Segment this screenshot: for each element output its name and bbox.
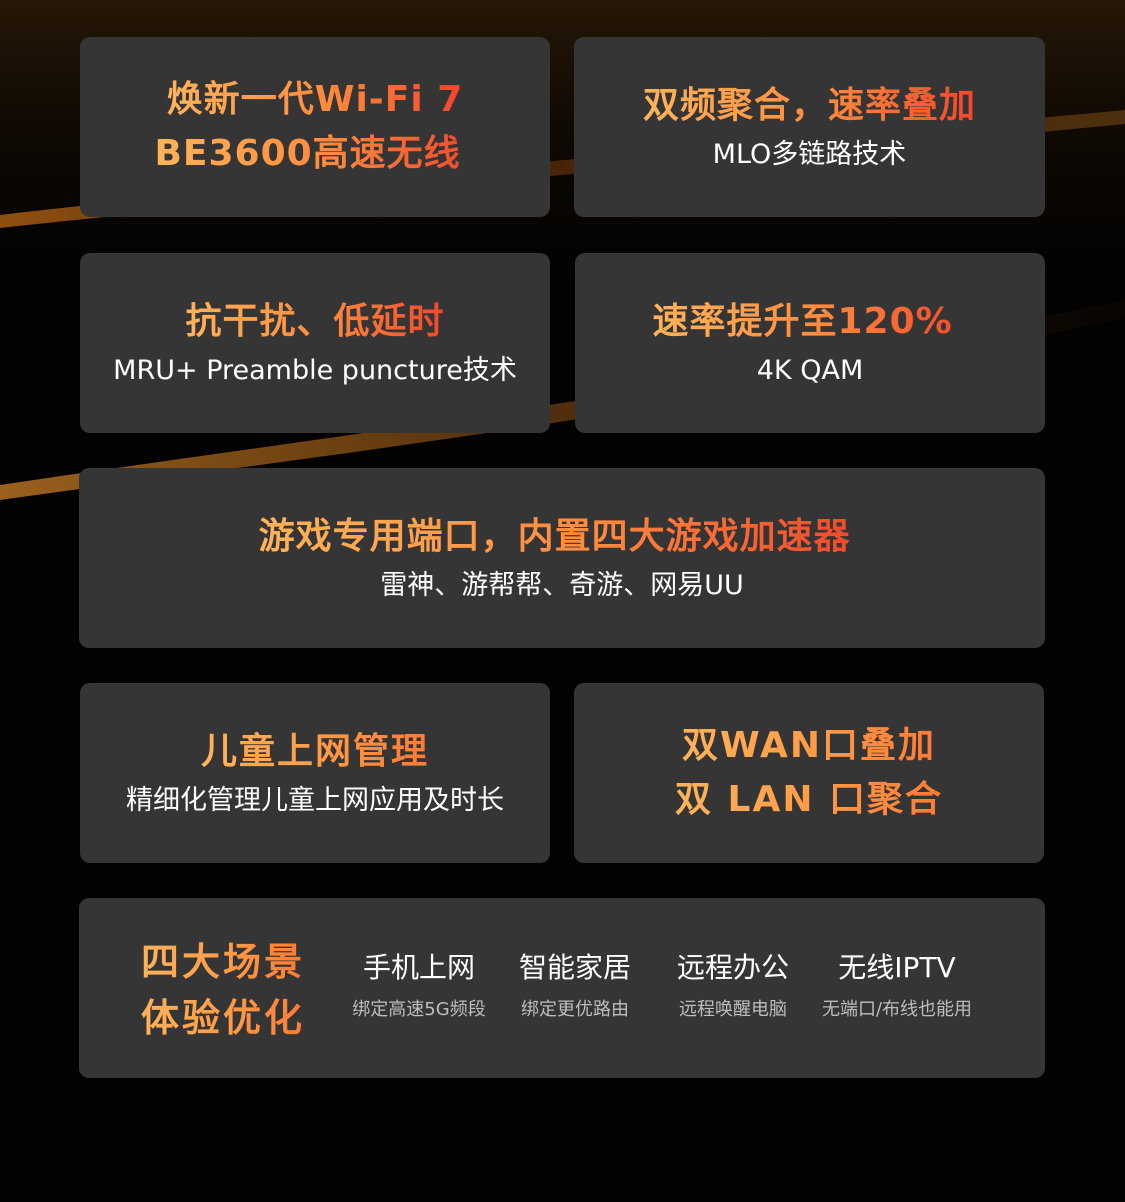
feature-title: 双频聚合，速率叠加 [643, 79, 976, 133]
scenario-desc: 绑定高速5G频段 [352, 999, 486, 1020]
feature-subtitle: MRU+ Preamble puncture技术 [113, 355, 517, 386]
scenarios-card: 四大场景 体验优化 手机上网 绑定高速5G频段 智能家居 绑定更优路由 远程办公… [79, 898, 1045, 1078]
scenario-iptv: 无线IPTV 无端口/布线也能用 [807, 948, 987, 1024]
scenario-name: 远程办公 [676, 951, 789, 984]
footnote-marker: 2 [954, 314, 968, 334]
scenario-desc: 无端口/布线也能用 [821, 999, 973, 1020]
scenario-desc: 远程唤醒电脑 [679, 999, 787, 1020]
feature-card-wan-lan: 双WAN口叠加 双 LAN 口聚合 [574, 683, 1044, 863]
feature-title: BE3600高速无线 1 [154, 127, 475, 181]
feature-card-parental-control: 儿童上网管理 精细化管理儿童上网应用及时长 [80, 683, 550, 863]
feature-title: 焕新一代Wi-Fi 7 [167, 73, 464, 127]
feature-title: 游戏专用端口，内置四大游戏加速器 3 [259, 510, 866, 564]
scenario-mobile: 手机上网 绑定高速5G频段 [319, 948, 519, 1024]
scenarios-heading: 四大场景 体验优化 [141, 934, 305, 1046]
scenario-smart-home: 智能家居 绑定更优路由 [495, 948, 655, 1024]
footnote-marker: 1 [462, 146, 476, 166]
scenario-desc: 绑定更优路由 [521, 999, 629, 1020]
feature-title: 儿童上网管理 [201, 725, 429, 779]
feature-title: 抗干扰、低延时 [185, 295, 444, 349]
feature-card-gaming: 游戏专用端口，内置四大游戏加速器 3 雷神、游帮帮、奇游、网易UU [79, 468, 1045, 648]
scenario-remote-work: 远程办公 远程唤醒电脑 [653, 948, 813, 1024]
feature-subtitle: MLO多链路技术 [712, 139, 907, 170]
feature-title: 速率提升至120% 2 [652, 295, 967, 349]
feature-title: 双 LAN 口聚合 [675, 773, 943, 827]
scenarios-heading-line: 体验优化 [141, 990, 305, 1046]
feature-title: 双WAN口叠加 [682, 719, 936, 773]
scenario-name: 手机上网 [362, 951, 475, 984]
scenario-name: 无线IPTV [838, 951, 956, 984]
feature-card-anti-interference: 抗干扰、低延时 MRU+ Preamble puncture技术 [80, 253, 550, 433]
feature-subtitle: 4K QAM [756, 355, 864, 386]
footnote-marker: 3 [852, 529, 866, 549]
feature-card-speed-boost: 速率提升至120% 2 4K QAM [575, 253, 1045, 433]
feature-subtitle: 精细化管理儿童上网应用及时长 [126, 785, 504, 816]
scenario-name: 智能家居 [518, 951, 631, 984]
feature-subtitle: 雷神、游帮帮、奇游、网易UU [380, 570, 744, 601]
feature-card-wifi7: 焕新一代Wi-Fi 7 BE3600高速无线 1 [80, 37, 550, 217]
feature-card-mlo: 双频聚合，速率叠加 MLO多链路技术 [574, 37, 1045, 217]
scenarios-heading-line: 四大场景 [141, 934, 305, 990]
